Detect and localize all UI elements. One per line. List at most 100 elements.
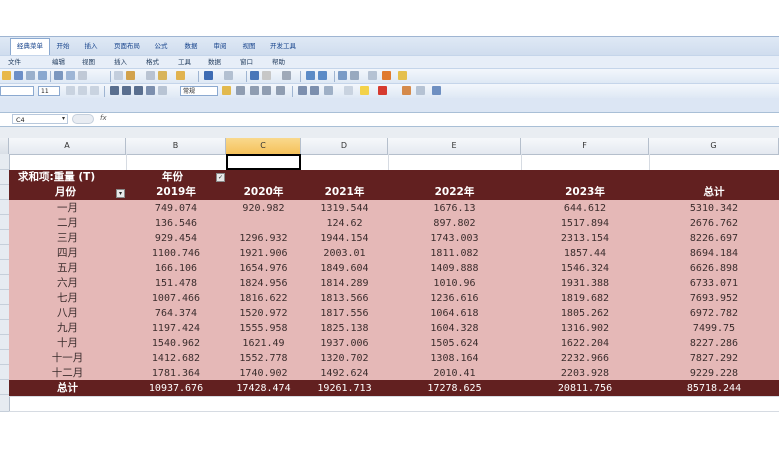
standard-toolbar bbox=[0, 68, 779, 84]
row-header[interactable] bbox=[0, 350, 9, 365]
cut-icon[interactable] bbox=[146, 71, 155, 80]
underline-icon[interactable] bbox=[90, 86, 99, 95]
increase-indent-icon[interactable] bbox=[310, 86, 319, 95]
row-header[interactable] bbox=[0, 395, 9, 412]
row-header[interactable] bbox=[0, 380, 9, 395]
tab-data[interactable]: 数据 bbox=[180, 39, 202, 54]
tab-page-layout[interactable]: 页面布局 bbox=[108, 39, 146, 54]
row-header[interactable] bbox=[0, 245, 9, 260]
dropdown-arrow-icon[interactable]: ▾ bbox=[116, 189, 125, 198]
sort-ascending-icon[interactable] bbox=[306, 71, 315, 80]
pivot-value-cell: 1100.746 bbox=[151, 248, 201, 259]
number-format-combo[interactable]: 常规 bbox=[180, 86, 218, 96]
column-header-f[interactable]: F bbox=[521, 138, 649, 154]
formula-toggle-icon[interactable] bbox=[72, 114, 94, 124]
wrap-text-icon[interactable] bbox=[158, 86, 167, 95]
increase-decimal-icon[interactable] bbox=[262, 86, 271, 95]
find-icon[interactable] bbox=[416, 86, 425, 95]
row-header[interactable] bbox=[0, 260, 9, 275]
select-all-corner[interactable] bbox=[0, 138, 9, 154]
drawing-icon[interactable] bbox=[350, 71, 359, 80]
tab-insert[interactable]: 插入 bbox=[80, 39, 102, 54]
redo-icon[interactable] bbox=[224, 71, 233, 80]
percent-icon[interactable] bbox=[236, 86, 245, 95]
font-name-combo[interactable] bbox=[0, 86, 34, 96]
column-header-g[interactable]: G bbox=[649, 138, 779, 154]
merge-center-icon[interactable] bbox=[146, 86, 155, 95]
pivot-value-cell: 1931.388 bbox=[560, 278, 610, 289]
row-header[interactable] bbox=[0, 200, 9, 215]
italic-icon[interactable] bbox=[78, 86, 87, 95]
row-header[interactable] bbox=[0, 365, 9, 380]
column-header-d[interactable]: D bbox=[301, 138, 388, 154]
row-header[interactable] bbox=[0, 335, 9, 350]
row-header[interactable] bbox=[0, 275, 9, 290]
pivot-month-label: 十二月 bbox=[51, 367, 84, 379]
pivot-row-total: 8694.184 bbox=[689, 248, 739, 259]
font-color-icon[interactable] bbox=[378, 86, 387, 95]
tab-home[interactable]: 开始 bbox=[52, 39, 74, 54]
save-icon[interactable] bbox=[14, 71, 23, 80]
format-painter-icon[interactable] bbox=[176, 71, 185, 80]
column-header-e[interactable]: E bbox=[388, 138, 521, 154]
styles-icon[interactable] bbox=[402, 86, 411, 95]
filter-checkbox-icon[interactable]: ✓ bbox=[216, 173, 225, 182]
comma-style-icon[interactable] bbox=[250, 86, 259, 95]
hyperlink-icon[interactable] bbox=[250, 71, 259, 80]
formula-input[interactable] bbox=[110, 114, 779, 124]
align-center-icon[interactable] bbox=[122, 86, 131, 95]
tab-view[interactable]: 视图 bbox=[238, 39, 260, 54]
row-header[interactable] bbox=[0, 185, 9, 200]
row-header[interactable] bbox=[0, 215, 9, 230]
function-icon[interactable] bbox=[282, 71, 291, 80]
research-icon[interactable] bbox=[114, 71, 123, 80]
active-cell-c4[interactable] bbox=[226, 154, 301, 170]
tab-formulas[interactable]: 公式 bbox=[150, 39, 172, 54]
borders-dropdown-icon[interactable] bbox=[344, 86, 353, 95]
undo-icon[interactable] bbox=[204, 71, 213, 80]
paste-icon[interactable] bbox=[158, 71, 167, 80]
currency-icon[interactable] bbox=[222, 86, 231, 95]
tab-review[interactable]: 审阅 bbox=[209, 39, 231, 54]
column-header-c[interactable]: C bbox=[226, 138, 301, 154]
borders-icon[interactable] bbox=[324, 86, 333, 95]
name-box[interactable]: C4 bbox=[12, 114, 68, 124]
pivot-value-cell: 1811.082 bbox=[430, 248, 479, 259]
pivot-total-value: 20811.756 bbox=[557, 383, 613, 394]
permission-icon[interactable] bbox=[26, 71, 35, 80]
shapes-icon[interactable] bbox=[382, 71, 391, 80]
decrease-indent-icon[interactable] bbox=[298, 86, 307, 95]
tab-classic-menu[interactable]: 经典菜单 bbox=[10, 38, 50, 56]
pivot-value-cell: 1409.888 bbox=[430, 263, 479, 274]
chevron-down-icon[interactable]: ▾ bbox=[62, 115, 65, 122]
tab-developer[interactable]: 开发工具 bbox=[266, 39, 300, 54]
highlight-icon[interactable] bbox=[398, 71, 407, 80]
open-icon[interactable] bbox=[2, 71, 11, 80]
print-preview-icon[interactable] bbox=[66, 71, 75, 80]
row-header[interactable] bbox=[0, 290, 9, 305]
zoom-icon[interactable] bbox=[368, 71, 377, 80]
decrease-decimal-icon[interactable] bbox=[276, 86, 285, 95]
bold-icon[interactable] bbox=[66, 86, 75, 95]
copy-icon[interactable] bbox=[126, 71, 135, 80]
fx-icon[interactable]: fx bbox=[100, 114, 107, 122]
fill-color-icon[interactable] bbox=[360, 86, 369, 95]
column-header-b[interactable]: B bbox=[126, 138, 226, 154]
row-header[interactable] bbox=[0, 230, 9, 245]
print-icon[interactable] bbox=[54, 71, 63, 80]
row-header[interactable] bbox=[0, 154, 9, 170]
align-left-icon[interactable] bbox=[110, 86, 119, 95]
row-header[interactable] bbox=[0, 170, 9, 185]
spelling-icon[interactable] bbox=[78, 71, 87, 80]
column-header-a[interactable]: A bbox=[9, 138, 126, 154]
align-right-icon[interactable] bbox=[134, 86, 143, 95]
pivot-value-cell: 1781.364 bbox=[151, 368, 201, 379]
sort-descending-icon[interactable] bbox=[318, 71, 327, 80]
help-icon[interactable] bbox=[432, 86, 441, 95]
chart-icon[interactable] bbox=[338, 71, 347, 80]
row-header[interactable] bbox=[0, 320, 9, 335]
font-size-combo[interactable]: 11 bbox=[38, 86, 60, 96]
row-header[interactable] bbox=[0, 305, 9, 320]
sum-icon[interactable] bbox=[262, 71, 271, 80]
email-icon[interactable] bbox=[38, 71, 47, 80]
